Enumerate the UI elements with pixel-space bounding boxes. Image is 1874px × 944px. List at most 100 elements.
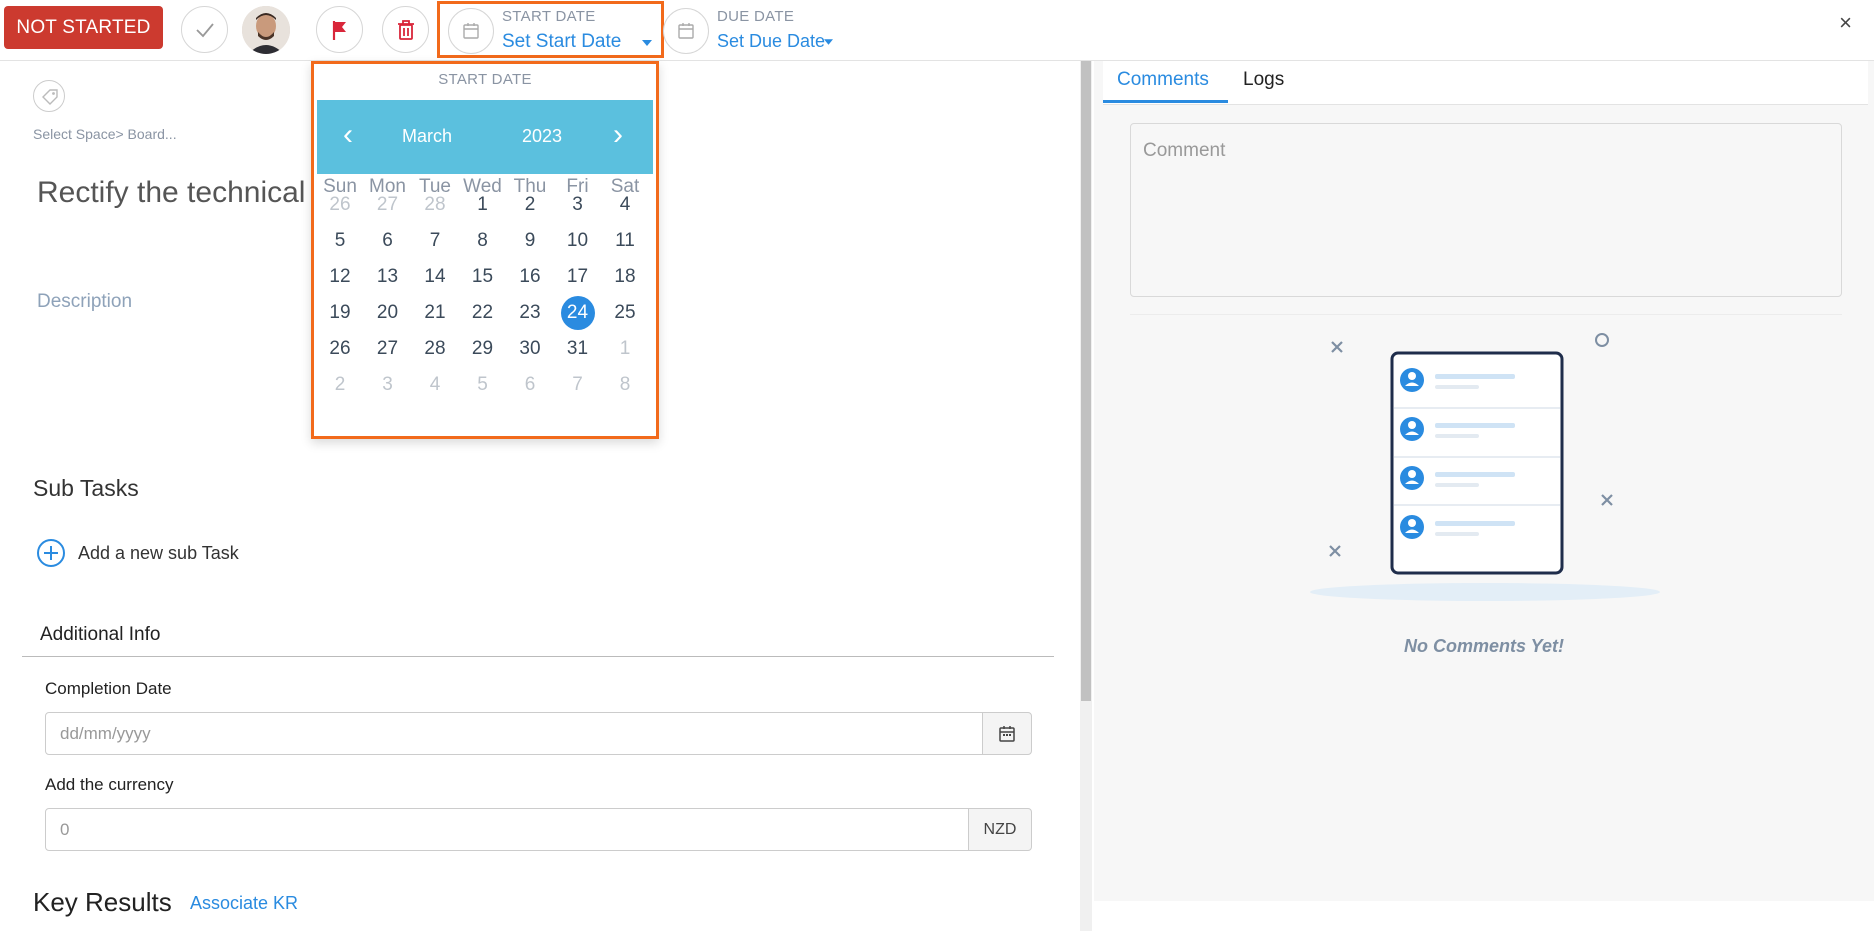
calendar-day[interactable]: 22	[460, 296, 506, 330]
start-date-label: START DATE	[502, 8, 596, 25]
calendar-day[interactable]: 19	[317, 296, 363, 330]
calendar-day[interactable]: 27	[365, 332, 411, 366]
calendar-day[interactable]: 23	[507, 296, 553, 330]
calendar-day[interactable]: 26	[317, 332, 363, 366]
calendar-day[interactable]: 6	[365, 224, 411, 258]
prev-month-icon[interactable]: ‹	[343, 118, 353, 152]
start-date-value[interactable]: Set Start Date	[502, 31, 621, 53]
comment-input[interactable]: Comment	[1130, 123, 1842, 297]
divider	[1130, 314, 1842, 315]
completion-date-picker-button[interactable]	[982, 712, 1032, 755]
tab-logs[interactable]: Logs	[1243, 69, 1284, 91]
scrollbar-thumb[interactable]	[1081, 61, 1091, 701]
status-button[interactable]: NOT STARTED	[4, 6, 163, 49]
calendar-day[interactable]: 28	[412, 188, 458, 222]
calendar-day[interactable]: 17	[555, 260, 601, 294]
breadcrumb[interactable]: Select Space> Board...	[33, 126, 177, 142]
subtasks-heading: Sub Tasks	[33, 475, 139, 501]
completion-date-placeholder: dd/mm/yyyy	[60, 724, 151, 743]
calendar-day[interactable]: 29	[460, 332, 506, 366]
due-date-value[interactable]: Set Due Date	[717, 31, 825, 52]
calendar-day[interactable]: 12	[317, 260, 363, 294]
due-date-label: DUE DATE	[717, 8, 795, 25]
currency-label: Add the currency	[45, 775, 174, 794]
due-date-calendar-button[interactable]	[663, 8, 709, 54]
chevron-down-icon[interactable]	[824, 39, 833, 45]
tag-icon	[42, 89, 58, 105]
calendar-icon	[999, 725, 1015, 742]
calendar-icon	[463, 23, 479, 39]
additional-info-heading: Additional Info	[40, 624, 161, 645]
calendar-day[interactable]: 6	[507, 368, 553, 402]
mark-complete-button[interactable]	[181, 6, 228, 53]
delete-task-button[interactable]	[382, 6, 429, 53]
tag-button[interactable]	[33, 80, 65, 112]
add-subtask-label: Add a new sub Task	[78, 542, 239, 563]
date-picker-header: ‹ March 2023 ›	[317, 100, 653, 174]
person-photo-icon	[242, 6, 290, 54]
calendar-day[interactable]: 1	[460, 188, 506, 222]
calendar-day[interactable]: 8	[602, 368, 648, 402]
empty-comments-illustration	[1310, 333, 1660, 601]
key-results-heading: Key Results	[33, 887, 172, 917]
calendar-icon	[678, 23, 694, 39]
currency-input[interactable]: 0 NZD	[45, 808, 1032, 851]
selected-day[interactable]: 24	[555, 296, 601, 330]
calendar-day[interactable]: 10	[555, 224, 601, 258]
calendar-day[interactable]: 26	[317, 188, 363, 222]
calendar-day[interactable]: 11	[602, 224, 648, 258]
add-subtask-button[interactable]: Add a new sub Task	[36, 538, 239, 568]
calendar-day[interactable]: 5	[460, 368, 506, 402]
month-selector[interactable]: March	[402, 126, 452, 147]
activity-tabs: Comments Logs	[1103, 61, 1868, 105]
calendar-day[interactable]: 7	[412, 224, 458, 258]
completion-date-label: Completion Date	[45, 679, 172, 698]
calendar-day[interactable]: 5	[317, 224, 363, 258]
task-title[interactable]: Rectify the technical s	[37, 176, 329, 210]
start-date-calendar-button[interactable]	[448, 8, 494, 54]
calendar-day[interactable]: 8	[460, 224, 506, 258]
description-field[interactable]: Description	[37, 291, 132, 313]
calendar-day[interactable]: 3	[365, 368, 411, 402]
empty-comments-message: No Comments Yet!	[1403, 636, 1565, 656]
calendar-day[interactable]: 30	[507, 332, 553, 366]
calendar-day[interactable]: 31	[555, 332, 601, 366]
associate-kr-link[interactable]: Associate KR	[190, 893, 298, 914]
close-icon[interactable]: ×	[1839, 10, 1852, 36]
calendar-day[interactable]: 9	[507, 224, 553, 258]
calendar-day[interactable]: 13	[365, 260, 411, 294]
calendar-day[interactable]: 2	[507, 188, 553, 222]
calendar-day[interactable]: 4	[412, 368, 458, 402]
calendar-day[interactable]: 4	[602, 188, 648, 222]
calendar-day[interactable]: 21	[412, 296, 458, 330]
priority-flag-button[interactable]	[316, 6, 363, 53]
assignee-avatar[interactable]	[242, 6, 290, 54]
start-date-picker: START DATE ‹ March 2023 › Sun Mon Tue Wed Th…	[311, 61, 659, 439]
calendar-day[interactable]: 28	[412, 332, 458, 366]
calendar-day[interactable]: 16	[507, 260, 553, 294]
comment-placeholder: Comment	[1143, 140, 1226, 161]
completion-date-input[interactable]: dd/mm/yyyy	[45, 712, 1032, 755]
year-selector[interactable]: 2023	[522, 126, 562, 147]
chevron-down-icon[interactable]	[642, 40, 652, 46]
flag-icon	[332, 20, 346, 40]
calendar-day[interactable]: 1	[602, 332, 648, 366]
trash-icon	[397, 19, 414, 40]
calendar-day[interactable]: 3	[555, 188, 601, 222]
plus-circle-icon	[37, 539, 65, 567]
date-picker-title: START DATE	[438, 71, 532, 88]
calendar-day[interactable]: 25	[602, 296, 648, 330]
calendar-day[interactable]: 7	[555, 368, 601, 402]
check-icon	[195, 22, 214, 37]
calendar-day[interactable]: 14	[412, 260, 458, 294]
currency-placeholder: 0	[60, 820, 70, 839]
calendar-day[interactable]: 18	[602, 260, 648, 294]
calendar-day[interactable]: 15	[460, 260, 506, 294]
calendar-day[interactable]: 27	[365, 188, 411, 222]
calendar-day[interactable]: 2	[317, 368, 363, 402]
active-tab-indicator	[1103, 100, 1228, 103]
calendar-day[interactable]: 20	[365, 296, 411, 330]
tab-comments[interactable]: Comments	[1117, 69, 1209, 91]
divider	[22, 656, 1054, 657]
next-month-icon[interactable]: ›	[613, 118, 623, 152]
